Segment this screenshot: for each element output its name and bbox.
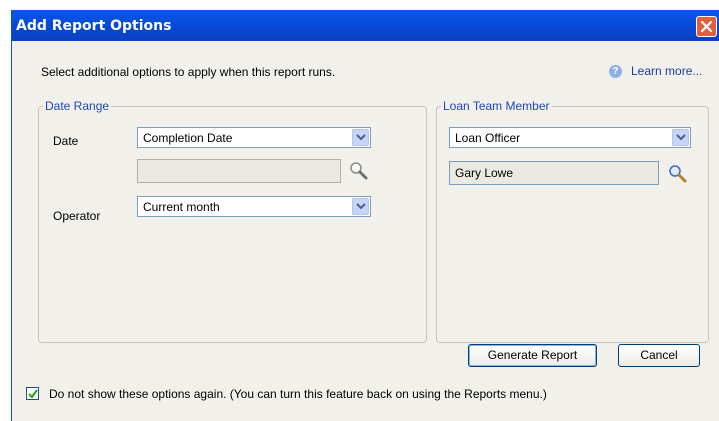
- chevron-down-icon: [356, 134, 366, 141]
- cancel-button[interactable]: Cancel: [618, 344, 700, 367]
- operator-select[interactable]: Current month: [137, 196, 371, 217]
- close-icon: [700, 20, 713, 33]
- add-report-options-dialog: Add Report Options Select additional opt…: [11, 10, 719, 421]
- loan-role-dropdown-arrow[interactable]: [672, 129, 689, 146]
- loan-team-member-legend: Loan Team Member: [441, 99, 552, 113]
- date-dropdown-arrow[interactable]: [352, 129, 369, 146]
- help-icon: ?: [609, 65, 622, 79]
- date-range-legend: Date Range: [43, 99, 112, 113]
- close-button[interactable]: [696, 16, 717, 37]
- title-bar[interactable]: Add Report Options: [12, 10, 719, 41]
- window-title: Add Report Options: [16, 18, 172, 34]
- team-member-value: Gary Lowe: [455, 166, 514, 180]
- search-icon[interactable]: [668, 164, 688, 184]
- loan-role-select-value: Loan Officer: [455, 131, 521, 145]
- date-label: Date: [53, 134, 79, 148]
- dont-show-label[interactable]: Do not show these options again. (You ca…: [49, 387, 547, 401]
- chevron-down-icon: [356, 203, 366, 210]
- loan-role-select[interactable]: Loan Officer: [449, 127, 691, 148]
- operator-select-value: Current month: [143, 200, 220, 214]
- learn-more-label: Learn more...: [631, 64, 703, 78]
- checkmark-icon: [28, 389, 38, 399]
- search-icon[interactable]: [349, 161, 369, 181]
- date-select[interactable]: Completion Date: [137, 127, 371, 148]
- date-value-field[interactable]: [137, 159, 341, 183]
- intro-text: Select additional options to apply when …: [41, 65, 336, 79]
- date-select-value: Completion Date: [143, 131, 233, 145]
- learn-more-link[interactable]: ? Learn more...: [609, 64, 703, 79]
- generate-report-button[interactable]: Generate Report: [468, 344, 597, 367]
- dont-show-checkbox[interactable]: [26, 387, 39, 400]
- operator-label: Operator: [53, 209, 101, 223]
- team-member-field[interactable]: Gary Lowe: [449, 161, 659, 185]
- chevron-down-icon: [676, 134, 686, 141]
- operator-dropdown-arrow[interactable]: [352, 198, 369, 215]
